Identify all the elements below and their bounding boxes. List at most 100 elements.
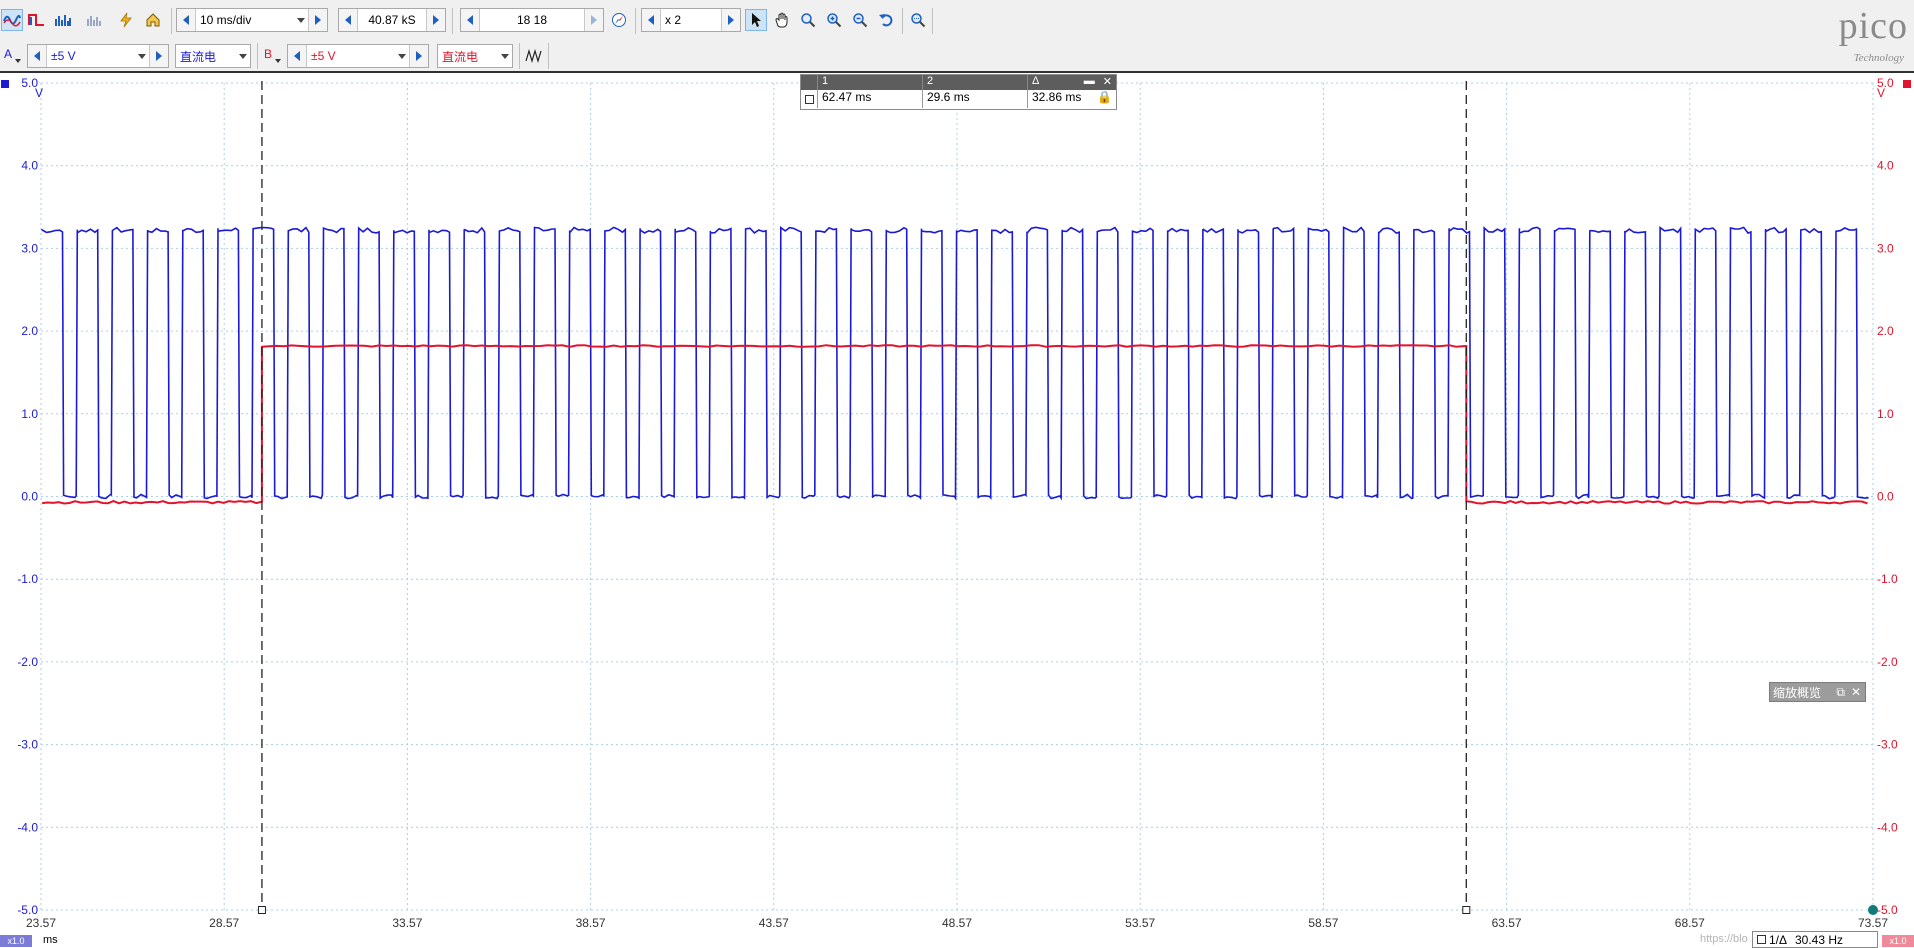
time-unit-label: ms <box>43 934 58 946</box>
dropdown-icon[interactable] <box>236 53 250 59</box>
x-scale-left[interactable]: x1.0 <box>0 935 32 947</box>
x-tick-label: 33.57 <box>392 916 422 930</box>
channel-b-coupling: 直流电 <box>442 49 479 64</box>
dropdown-icon[interactable] <box>395 53 409 59</box>
spectrum-mode-icon[interactable] <box>52 9 74 31</box>
x-tick-label: 38.57 <box>576 916 606 930</box>
frequency-label: 1/Δ <box>1769 932 1788 947</box>
zoom-decrease-icon[interactable] <box>642 9 661 31</box>
channel-toolbar: A ±5 V 直流电 B ±5 V 直流电 <box>0 40 1914 73</box>
channel-b-label[interactable]: B <box>264 47 272 61</box>
y-tick-label-right: 3.0 <box>1877 241 1894 255</box>
dropdown-icon[interactable] <box>294 17 308 23</box>
channel-b-marker <box>1903 80 1911 88</box>
y-tick-label-left: 0.0 <box>21 490 38 504</box>
timebase-select[interactable]: 10 ms/div <box>176 8 328 32</box>
x-tick-label: 58.57 <box>1308 916 1338 930</box>
zoom-in-icon[interactable] <box>823 9 845 31</box>
close-icon[interactable]: ✕ <box>1103 75 1112 90</box>
pico-logo: pico Technology <box>1794 4 1914 66</box>
x-tick-label: 48.57 <box>942 916 972 930</box>
y-axis-right: 5.04.03.02.01.00.0-1.0-2.0-3.0-4.0-5.0 <box>1877 76 1898 917</box>
lock-icon[interactable]: 🔒 <box>1097 90 1116 108</box>
capture-next-icon[interactable] <box>584 9 603 31</box>
ruler-header-1: 1 <box>818 75 923 90</box>
range-b-decrease-icon[interactable] <box>288 45 307 67</box>
channel-a-menu-icon[interactable] <box>15 59 21 63</box>
hand-tool-icon[interactable] <box>771 9 793 31</box>
y-tick-label-left: -5.0 <box>17 903 38 917</box>
zoom-overview-panel[interactable]: 缩放概览 ⧉ ✕ <box>1769 682 1866 702</box>
main-toolbar: 10 ms/div 40.87 kS 18 18 x 2 <box>0 0 1914 41</box>
y-tick-label-left: 4.0 <box>21 159 38 173</box>
samples-select[interactable]: 40.87 kS <box>338 8 446 32</box>
home-icon[interactable] <box>142 9 164 31</box>
logo-subtitle: Technology <box>1853 52 1904 64</box>
compass-icon[interactable] <box>608 9 630 31</box>
frequency-value: 30.43 Hz <box>1795 932 1844 947</box>
zoom-increase-icon[interactable] <box>721 9 740 31</box>
y-tick-label-right: 0.0 <box>1877 490 1894 504</box>
y-tick-label-left: 1.0 <box>21 407 38 421</box>
range-b-increase-icon[interactable] <box>409 45 428 67</box>
ruler-row-icon <box>804 94 814 104</box>
time-rulers[interactable] <box>257 81 1878 915</box>
trigger-icon[interactable] <box>115 9 137 31</box>
y-tick-label-right: -2.0 <box>1877 655 1898 669</box>
zoom-overview-label: 缩放概览 <box>1773 685 1822 700</box>
y-tick-label-left: -2.0 <box>17 655 38 669</box>
zoom-value: x 2 <box>665 13 682 27</box>
samples-decrease-icon[interactable] <box>339 9 358 31</box>
x-tick-label: 53.57 <box>1125 916 1155 930</box>
logo-brand: pico <box>1838 5 1908 47</box>
ruler-header-2: 2 <box>923 75 1028 90</box>
zoom-area-icon[interactable] <box>797 9 819 31</box>
capture-previous-icon[interactable] <box>461 9 480 31</box>
close-icon[interactable]: ✕ <box>1851 685 1861 700</box>
traces <box>41 226 1869 505</box>
channel-b-coupling-select[interactable]: 直流电 <box>437 44 513 68</box>
range-a-decrease-icon[interactable] <box>28 45 47 67</box>
ruler-legend[interactable]: 1 2 Δ ▬ ✕ 62.47 ms 29.6 ms 32.86 ms 🔒 <box>800 74 1117 110</box>
timebase-increase-icon[interactable] <box>308 9 327 31</box>
x-tick-label: 43.57 <box>759 916 789 930</box>
timebase-decrease-icon[interactable] <box>177 9 196 31</box>
ruler-1-value: 62.47 ms <box>818 90 923 108</box>
y-tick-label-left: -4.0 <box>17 820 38 834</box>
zoom-fit-icon[interactable] <box>907 9 929 31</box>
capture-value: 18 18 <box>516 13 548 27</box>
scope-mode-icon[interactable] <box>1 9 23 31</box>
zoom-select[interactable]: x 2 <box>641 8 741 32</box>
persistence-mode-icon[interactable] <box>26 9 48 31</box>
dropdown-icon[interactable] <box>135 53 149 59</box>
channel-options-icon[interactable] <box>84 9 106 31</box>
dropdown-icon[interactable] <box>498 53 512 59</box>
pointer-icon[interactable] <box>745 9 767 31</box>
channel-a-range-select[interactable]: ±5 V <box>27 44 169 68</box>
x-axis: 23.57 28.57 33.57 38.57 43.57 48.57 53.57 58.57… <box>26 916 1888 930</box>
zoom-out-icon[interactable] <box>849 9 871 31</box>
channel-b-menu-icon[interactable] <box>275 59 281 63</box>
right-unit-label: V <box>1877 86 1885 100</box>
watermark: https://blog.csdn.net/... <box>1700 933 1748 945</box>
math-channels-icon[interactable] <box>523 45 545 67</box>
x-scale-right[interactable]: x1.0 <box>1882 935 1914 947</box>
channel-a-label[interactable]: A <box>4 47 12 61</box>
scope-view[interactable]: 5.04.03.02.01.00.0-1.0-2.0-3.0-4.0-5.0 5… <box>0 72 1914 933</box>
x-tick-label: 28.57 <box>209 916 239 930</box>
range-a-increase-icon[interactable] <box>149 45 168 67</box>
capture-navigator[interactable]: 18 18 <box>460 8 604 32</box>
channel-a-range: ±5 V <box>51 49 76 63</box>
channel-a-coupling-select[interactable]: 直流电 <box>175 44 251 68</box>
y-tick-label-left: -1.0 <box>17 572 38 586</box>
y-tick-label-right: -1.0 <box>1877 572 1898 586</box>
channel-b-range-select[interactable]: ±5 V <box>287 44 429 68</box>
undo-zoom-icon[interactable] <box>875 9 897 31</box>
y-tick-label-left: 2.0 <box>21 324 38 338</box>
minimize-icon[interactable]: ▬ <box>1084 75 1095 90</box>
restore-icon[interactable]: ⧉ <box>1836 685 1845 700</box>
ruler-delta-value: 32.86 ms <box>1032 90 1082 104</box>
samples-increase-icon[interactable] <box>426 9 445 31</box>
time-ruler-handle <box>1462 906 1471 914</box>
y-tick-label-right: 4.0 <box>1877 159 1894 173</box>
